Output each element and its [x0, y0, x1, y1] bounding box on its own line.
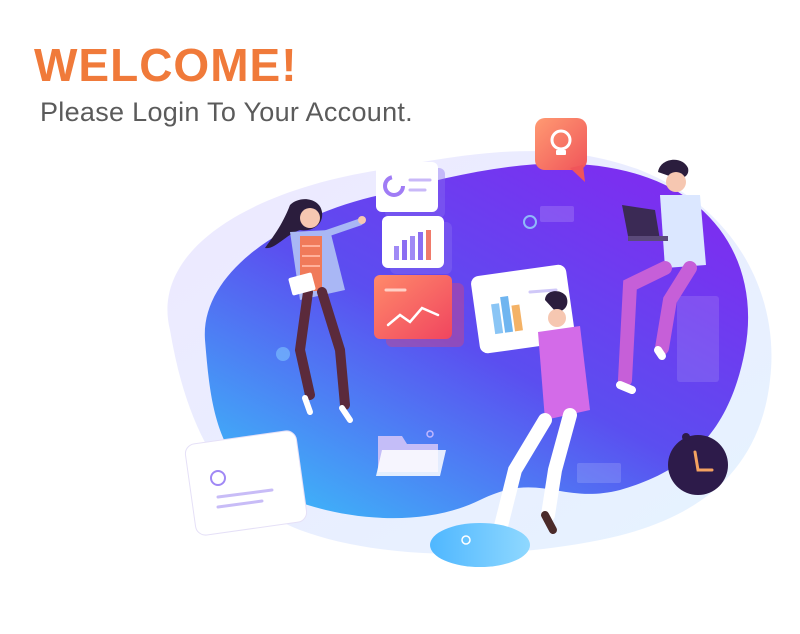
decor-rect-2: [577, 463, 621, 483]
floating-platform: [430, 523, 530, 567]
login-illustration: [167, 118, 772, 567]
line-chart-icon: [374, 275, 464, 347]
decor-pillar: [677, 296, 719, 382]
bar-chart-icon: [382, 216, 452, 274]
user-card-icon: [184, 430, 308, 536]
decor-dot: [276, 347, 290, 361]
decor-rect: [540, 206, 574, 222]
donut-chart-icon: [376, 162, 445, 218]
